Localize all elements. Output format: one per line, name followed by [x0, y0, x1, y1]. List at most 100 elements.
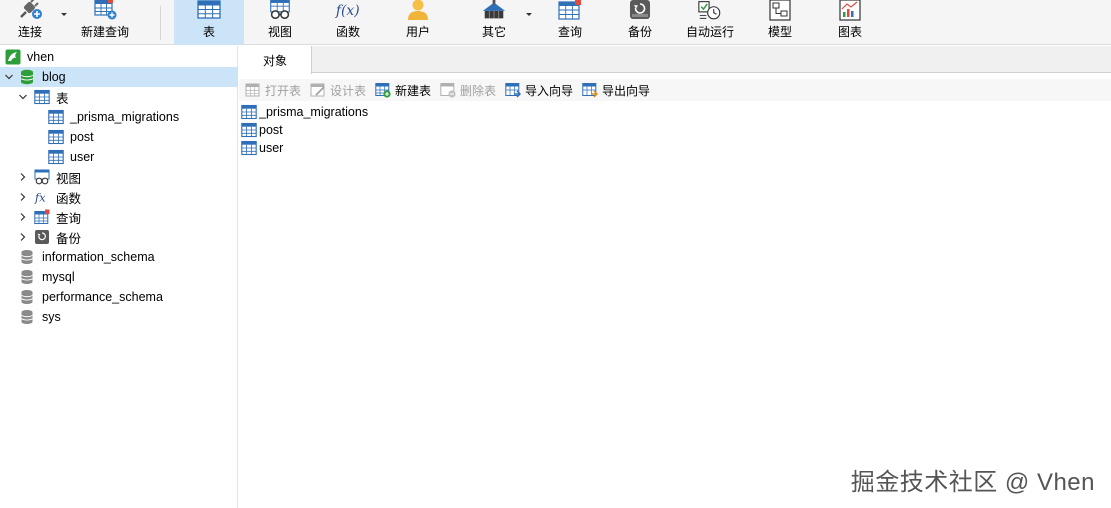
- watermark: 掘金技术社区 @ Vhen: [850, 469, 1095, 496]
- table-label: 表: [202, 25, 215, 39]
- model-icon: [767, 0, 793, 21]
- list-item[interactable]: post: [241, 121, 283, 139]
- view-icon: [34, 169, 50, 185]
- backup-icon: [627, 0, 653, 21]
- table-button[interactable]: 表: [174, 0, 244, 45]
- import-wizard-label: 导入向导: [525, 83, 574, 98]
- function-icon: f(x): [335, 0, 361, 21]
- tree-group-views[interactable]: 视图: [0, 167, 238, 187]
- other-icon: [481, 0, 507, 21]
- group-label-views: 视图: [56, 171, 82, 186]
- view-icon: [267, 0, 293, 21]
- view-label: 视图: [267, 25, 292, 39]
- export-wizard-label: 导出向导: [602, 83, 651, 98]
- tab-objects[interactable]: 对象: [239, 46, 312, 74]
- other-dropdown-chevron-icon[interactable]: [524, 10, 534, 20]
- connect-button[interactable]: 连接: [6, 0, 54, 45]
- table-label: post: [70, 130, 94, 144]
- table-icon: [241, 104, 257, 120]
- db-label: performance_schema: [42, 290, 163, 304]
- tree-table-item[interactable]: _prisma_migrations: [0, 107, 238, 127]
- chevron-right-icon[interactable]: [17, 231, 29, 243]
- export-icon: [582, 82, 598, 98]
- database-icon: [19, 249, 35, 265]
- tree-db-performance-schema[interactable]: performance_schema: [0, 287, 238, 307]
- auto-run-icon: [697, 0, 723, 21]
- tree-db-mysql[interactable]: mysql: [0, 267, 238, 287]
- tree-group-tables[interactable]: 表: [0, 87, 238, 107]
- object-name: post: [259, 123, 283, 137]
- table-icon: [241, 122, 257, 138]
- delete-table-button[interactable]: 删除表: [440, 81, 496, 99]
- chevron-right-icon[interactable]: [17, 171, 29, 183]
- group-label-backups: 备份: [56, 231, 82, 246]
- function-icon: fx: [34, 189, 50, 205]
- auto-run-label: 自动运行: [685, 25, 734, 39]
- object-toolbar: 打开表 设计表 新建表 删除表 导入向导 导出向导: [239, 79, 1111, 101]
- connect-label: 连接: [17, 25, 42, 39]
- user-label: 用户: [405, 25, 430, 39]
- tree-table-item[interactable]: user: [0, 147, 238, 167]
- backup-button[interactable]: 备份: [614, 0, 666, 45]
- query-icon: [557, 0, 583, 21]
- new-table-label: 新建表: [395, 83, 432, 98]
- import-wizard-button[interactable]: 导入向导: [505, 81, 573, 99]
- function-label: 函数: [335, 25, 360, 39]
- tree-group-queries[interactable]: 查询: [0, 207, 238, 227]
- auto-run-button[interactable]: 自动运行: [680, 0, 740, 45]
- tab-bar: 对象: [239, 46, 1111, 74]
- model-button[interactable]: 模型: [754, 0, 806, 45]
- new-query-button[interactable]: 新建查询: [76, 0, 134, 45]
- tree-db-sys[interactable]: sys: [0, 307, 238, 327]
- svg-text:f(x): f(x): [335, 3, 360, 19]
- delete-table-icon: [440, 82, 456, 98]
- new-table-button[interactable]: 新建表: [375, 81, 431, 99]
- tree-db-information-schema[interactable]: information_schema: [0, 247, 238, 267]
- database-icon: [19, 289, 35, 305]
- design-table-icon: [310, 82, 326, 98]
- function-button[interactable]: f(x) 函数: [322, 0, 374, 45]
- design-table-button[interactable]: 设计表: [310, 81, 366, 99]
- new-query-label: 新建查询: [80, 25, 129, 39]
- tree-db-blog[interactable]: blog: [0, 67, 238, 87]
- chevron-right-icon[interactable]: [17, 191, 29, 203]
- svg-text:fx: fx: [34, 190, 46, 204]
- table-icon: [48, 129, 64, 145]
- main-toolbar: 连接 新建查询 表 视图 f(x) 函数 用户 其它 查询 备份 自动运行 模型…: [0, 0, 1111, 45]
- other-button[interactable]: 其它: [468, 0, 520, 45]
- db-label-blog: blog: [42, 70, 66, 84]
- chart-label: 图表: [837, 25, 862, 39]
- tree-group-backups[interactable]: 备份: [0, 227, 238, 247]
- model-label: 模型: [767, 25, 792, 39]
- user-button[interactable]: 用户: [392, 0, 444, 45]
- tree-group-functions[interactable]: fx 函数: [0, 187, 238, 207]
- list-item[interactable]: user: [241, 139, 283, 157]
- list-item[interactable]: _prisma_migrations: [241, 103, 368, 121]
- chevron-down-icon[interactable]: [3, 71, 15, 83]
- tree-connection-vhen[interactable]: vhen: [0, 47, 238, 67]
- tree-table-item[interactable]: post: [0, 127, 238, 147]
- query-button[interactable]: 查询: [544, 0, 596, 45]
- chart-icon: [837, 0, 863, 21]
- table-icon: [241, 140, 257, 156]
- open-table-label: 打开表: [265, 83, 302, 98]
- chart-button[interactable]: 图表: [824, 0, 876, 45]
- open-table-button[interactable]: 打开表: [245, 81, 301, 99]
- db-label: information_schema: [42, 250, 155, 264]
- object-name: _prisma_migrations: [259, 105, 369, 119]
- import-icon: [505, 82, 521, 98]
- backup-icon: [34, 229, 50, 245]
- view-button[interactable]: 视图: [254, 0, 306, 45]
- table-icon: [196, 0, 222, 21]
- query-icon: [34, 209, 50, 225]
- group-label-tables: 表: [56, 91, 69, 106]
- export-wizard-button[interactable]: 导出向导: [582, 81, 650, 99]
- toolbar-separator: [160, 6, 161, 40]
- new-query-icon: [92, 0, 118, 21]
- connect-dropdown-chevron-icon[interactable]: [59, 10, 69, 20]
- chevron-right-icon[interactable]: [17, 211, 29, 223]
- query-label: 查询: [557, 25, 582, 39]
- chevron-down-icon[interactable]: [17, 91, 29, 103]
- mysql-connection-icon: [5, 49, 21, 65]
- object-name: user: [259, 141, 284, 155]
